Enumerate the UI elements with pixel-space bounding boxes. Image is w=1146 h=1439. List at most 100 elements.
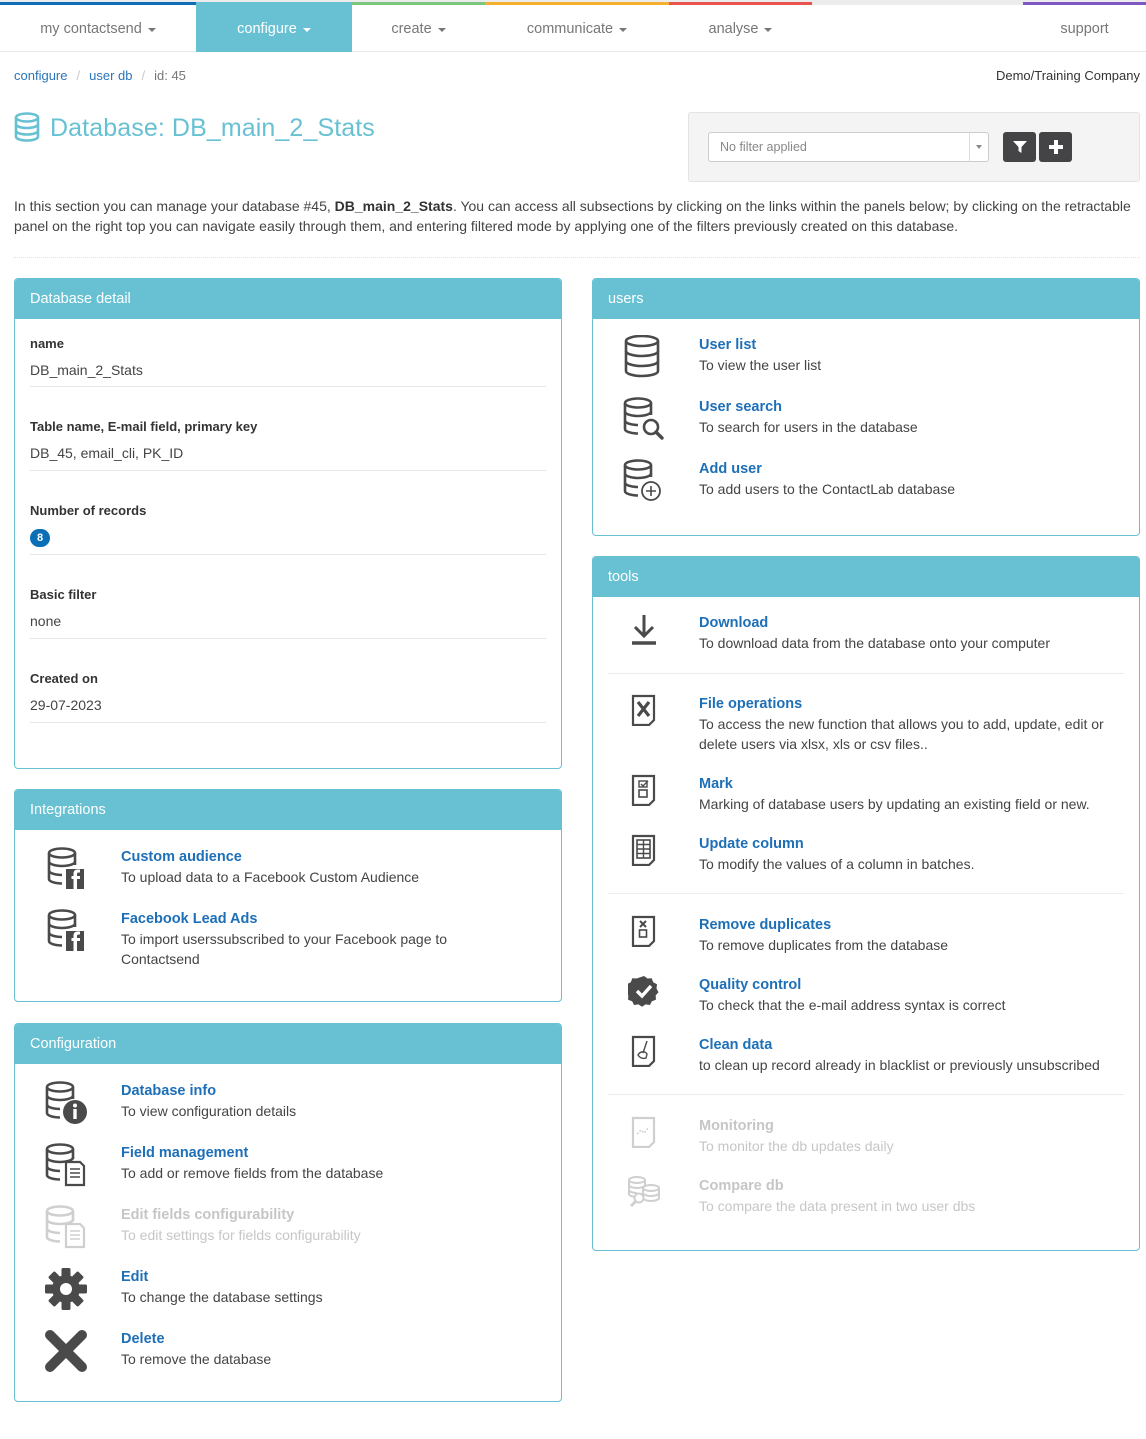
config-delete[interactable]: Delete To remove the database bbox=[15, 1329, 561, 1379]
nav-label: my contactsend bbox=[40, 20, 142, 37]
nav-create[interactable]: create bbox=[352, 2, 485, 52]
item-title[interactable]: Custom audience bbox=[121, 847, 551, 867]
item-title: Monitoring bbox=[699, 1118, 774, 1134]
item-description: To view configuration details bbox=[121, 1103, 297, 1119]
tool-remove-duplicates[interactable]: Remove duplicates To remove duplicates f… bbox=[593, 915, 1139, 965]
config-field-management[interactable]: Field management To add or remove fields… bbox=[15, 1143, 561, 1193]
item-description: To download data from the database onto … bbox=[699, 635, 1050, 651]
nav-label: communicate bbox=[526, 20, 614, 37]
item-description: To add or remove fields from the databas… bbox=[121, 1165, 384, 1181]
nav-label: support bbox=[1060, 20, 1109, 37]
item-title[interactable]: Facebook Lead Ads bbox=[121, 909, 551, 929]
item-description: To modify the values of a column in batc… bbox=[699, 856, 975, 872]
panel-title: Integrations bbox=[15, 790, 561, 830]
item-title[interactable]: Download bbox=[699, 613, 1129, 633]
add-filter-button[interactable] bbox=[1039, 132, 1072, 162]
database-search-icon bbox=[621, 397, 667, 443]
breadcrumb-configure[interactable]: configure bbox=[14, 68, 67, 83]
item-title[interactable]: File operations bbox=[699, 694, 1129, 714]
caret-down-icon bbox=[302, 27, 311, 32]
filter-select-value: No filter applied bbox=[720, 140, 807, 154]
item-description: To monitor the db updates daily bbox=[699, 1138, 894, 1154]
gear-icon bbox=[43, 1267, 89, 1313]
tool-mark[interactable]: Mark Marking of database users by updati… bbox=[593, 774, 1139, 824]
field-label: name bbox=[30, 336, 64, 351]
item-title[interactable]: User search bbox=[699, 397, 1129, 417]
item-description: To add users to the ContactLab database bbox=[699, 481, 956, 497]
apply-filter-button[interactable] bbox=[1003, 132, 1036, 162]
item-description: To compare the data present in two user … bbox=[699, 1198, 976, 1214]
item-title[interactable]: Update column bbox=[699, 834, 1129, 854]
nav-communicate[interactable]: communicate bbox=[485, 2, 669, 52]
intro-text: In this section you can manage your data… bbox=[14, 196, 1134, 236]
field-value: DB_main_2_Stats bbox=[30, 362, 143, 378]
tool-clean-data[interactable]: Clean data to clean up record already in… bbox=[593, 1035, 1139, 1085]
filter-icon bbox=[1012, 141, 1027, 153]
detail-field-name: name DB_main_2_Stats bbox=[30, 319, 546, 387]
database-icon bbox=[14, 112, 40, 145]
users-user-search[interactable]: User search To search for users in the d… bbox=[593, 397, 1139, 447]
integration-facebook-lead-ads[interactable]: Facebook Lead Ads To import userssubscri… bbox=[15, 909, 561, 967]
panel-title: Database detail bbox=[15, 279, 561, 319]
users-add-user[interactable]: Add user To add users to the ContactLab … bbox=[593, 459, 1139, 509]
nav-spacer bbox=[812, 2, 1023, 5]
users-panel: users User list To view the user list Us… bbox=[592, 278, 1140, 536]
item-title[interactable]: Field management bbox=[121, 1143, 551, 1163]
caret-down-icon bbox=[437, 27, 446, 32]
users-user-list[interactable]: User list To view the user list bbox=[593, 335, 1139, 385]
tool-download[interactable]: Download To download data from the datab… bbox=[593, 613, 1139, 663]
item-description: To remove the database bbox=[121, 1351, 272, 1367]
item-title[interactable]: Delete bbox=[121, 1329, 551, 1349]
configuration-panel: Configuration Database info To view conf… bbox=[14, 1023, 562, 1402]
detail-field-records: Number of records 8 bbox=[30, 471, 546, 555]
database-icon bbox=[621, 335, 667, 381]
page-header: Database: DB_main_2_Stats bbox=[14, 112, 375, 145]
field-label: Basic filter bbox=[30, 587, 97, 602]
item-title[interactable]: Clean data bbox=[699, 1035, 1129, 1055]
filter-select[interactable]: No filter applied bbox=[708, 132, 989, 162]
detail-field-created: Created on 29-07-2023 bbox=[30, 639, 546, 723]
database-fields-icon bbox=[43, 1205, 89, 1251]
breadcrumb-current: id: 45 bbox=[154, 68, 186, 83]
tool-update-column[interactable]: Update column To modify the values of a … bbox=[593, 834, 1139, 884]
item-description: To import userssubscribed to your Facebo… bbox=[121, 931, 448, 967]
nav-analyse[interactable]: analyse bbox=[669, 2, 812, 52]
page-title: Database: DB_main_2_Stats bbox=[50, 114, 375, 142]
chart-file-icon bbox=[621, 1116, 667, 1162]
item-description: To search for users in the database bbox=[699, 419, 918, 435]
table-file-icon bbox=[621, 834, 667, 880]
tool-file-operations[interactable]: File operations To access the new functi… bbox=[593, 694, 1139, 752]
item-title[interactable]: Remove duplicates bbox=[699, 915, 1129, 935]
config-database-info[interactable]: Database info To view configuration deta… bbox=[15, 1081, 561, 1131]
database-detail-panel: Database detail name DB_main_2_Stats Tab… bbox=[14, 278, 562, 769]
item-title[interactable]: Database info bbox=[121, 1081, 551, 1101]
config-edit[interactable]: Edit To change the database settings bbox=[15, 1267, 561, 1317]
detail-field-basic-filter: Basic filter none bbox=[30, 555, 546, 639]
item-title[interactable]: User list bbox=[699, 335, 1129, 355]
plus-icon bbox=[1048, 140, 1063, 154]
field-label: Number of records bbox=[30, 503, 147, 518]
nav-my-contactsend[interactable]: my contactsend bbox=[0, 2, 196, 52]
download-icon bbox=[621, 613, 667, 659]
item-description: To remove duplicates from the database bbox=[699, 937, 949, 953]
field-value: 29-07-2023 bbox=[30, 697, 102, 713]
duplicates-file-icon bbox=[621, 915, 667, 961]
integration-custom-audience[interactable]: Custom audience To upload data to a Face… bbox=[15, 847, 561, 897]
company-name: Demo/Training Company bbox=[995, 68, 1140, 83]
nav-label: analyse bbox=[708, 20, 759, 37]
item-title[interactable]: Mark bbox=[699, 774, 1129, 794]
item-title[interactable]: Edit bbox=[121, 1267, 551, 1287]
item-title[interactable]: Quality control bbox=[699, 975, 1129, 995]
nav-label: configure bbox=[237, 20, 297, 37]
broom-file-icon bbox=[621, 1035, 667, 1081]
nav-support[interactable]: support bbox=[1023, 2, 1146, 52]
nav-configure[interactable]: configure bbox=[196, 2, 352, 52]
tool-compare-db: Compare db To compare the data present i… bbox=[593, 1176, 1139, 1226]
tool-quality-control[interactable]: Quality control To check that the e-mail… bbox=[593, 975, 1139, 1025]
field-value: DB_45, email_cli, PK_ID bbox=[30, 445, 184, 461]
item-title[interactable]: Add user bbox=[699, 459, 1129, 479]
caret-down-icon bbox=[764, 27, 773, 32]
caret-down-icon bbox=[147, 27, 156, 32]
records-count-badge: 8 bbox=[30, 529, 50, 547]
breadcrumb-user-db[interactable]: user db bbox=[89, 68, 132, 83]
